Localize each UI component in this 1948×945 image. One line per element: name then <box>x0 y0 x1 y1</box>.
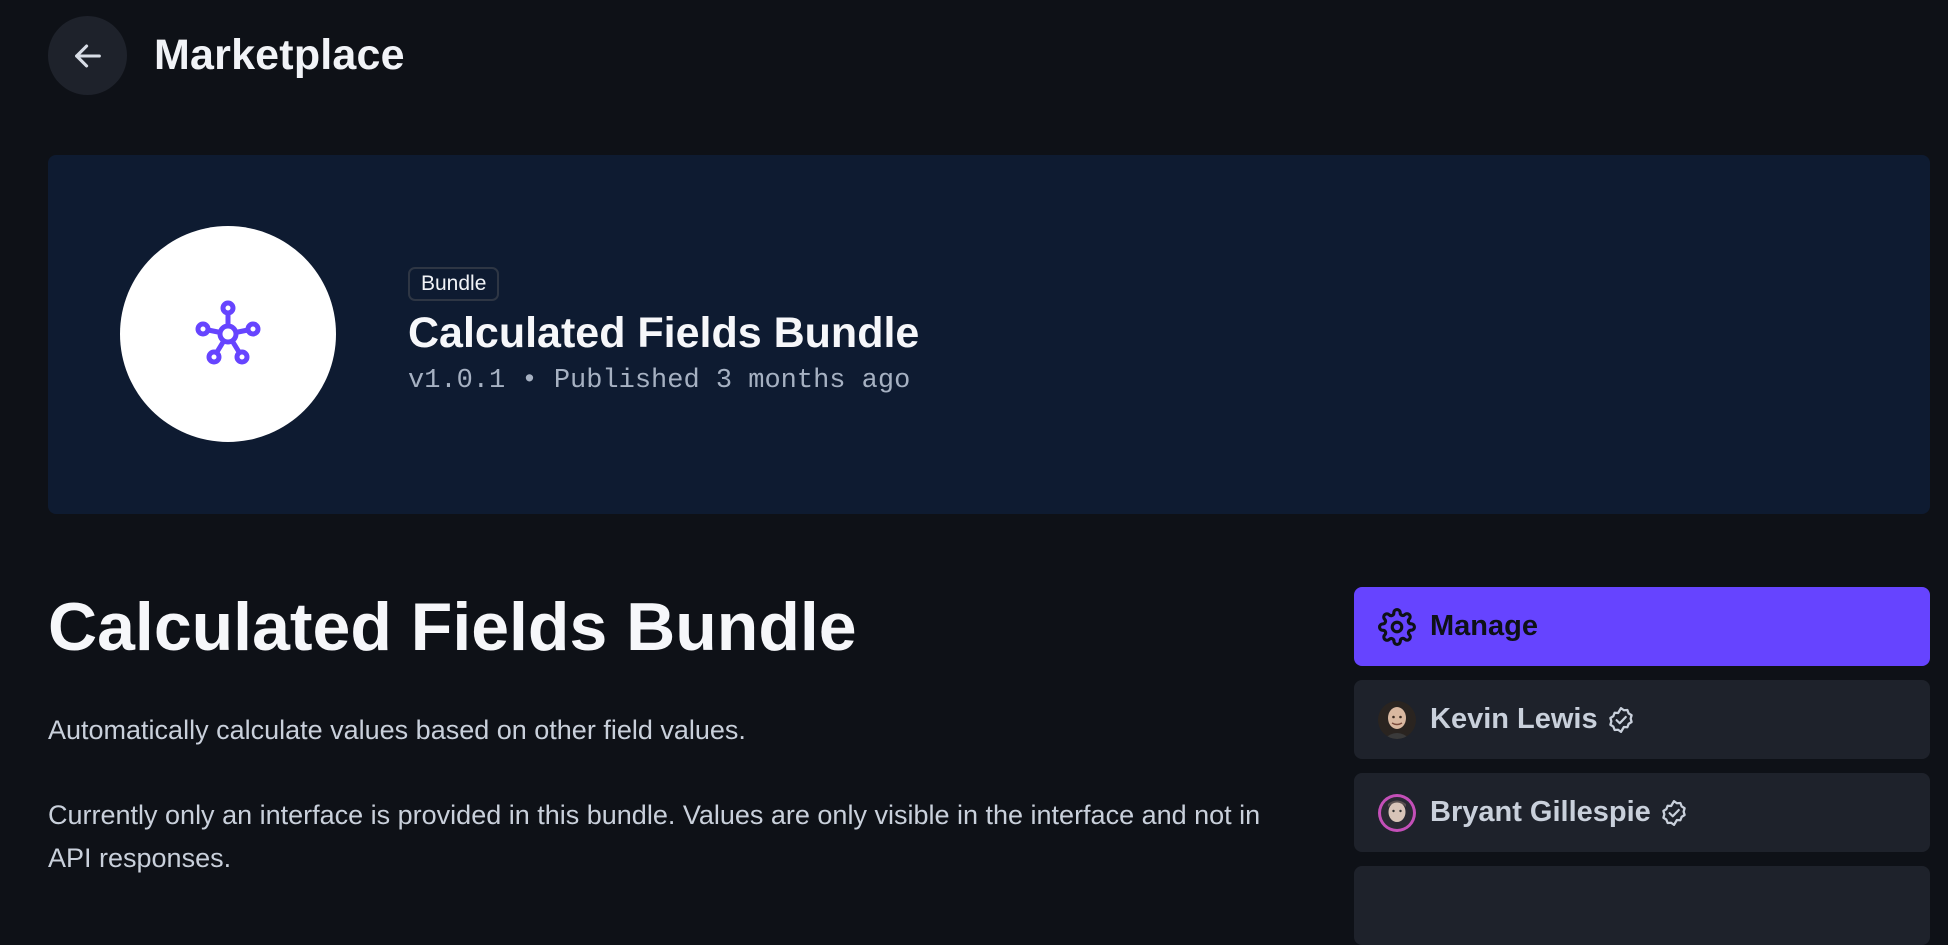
arrow-left-icon <box>74 44 101 67</box>
manage-button[interactable]: Manage <box>1354 587 1930 666</box>
avatar <box>1378 793 1416 832</box>
page-title: Marketplace <box>154 31 405 79</box>
page-header: Marketplace <box>48 16 405 95</box>
author-item[interactable] <box>1354 866 1930 945</box>
type-badge: Bundle <box>408 267 500 301</box>
banner-info: Bundle Calculated Fields Bundle v1.0.1 •… <box>408 267 919 396</box>
author-item[interactable]: Kevin Lewis <box>1354 680 1930 759</box>
author-name: Bryant Gillespie <box>1430 796 1651 828</box>
avatar <box>1378 700 1416 739</box>
extension-banner: Bundle Calculated Fields Bundle v1.0.1 •… <box>48 155 1930 514</box>
extension-title: Calculated Fields Bundle <box>48 589 857 665</box>
gear-icon <box>1378 607 1416 646</box>
verified-badge-icon <box>1659 798 1689 828</box>
banner-title: Calculated Fields Bundle <box>408 309 920 357</box>
hub-nodes-icon <box>195 300 261 365</box>
extension-logo <box>120 226 336 442</box>
description-paragraph: Automatically calculate values based on … <box>48 715 746 745</box>
manage-label: Manage <box>1430 610 1538 642</box>
version-meta: v1.0.1 • Published 3 months ago <box>408 366 911 396</box>
sidebar: Manage Kevin Lewis Bryant Gillespie <box>1354 587 1930 945</box>
verified-badge-icon <box>1606 705 1636 735</box>
author-name: Kevin Lewis <box>1430 703 1598 735</box>
description-paragraph: Currently only an interface is provided … <box>48 800 1261 873</box>
back-button[interactable] <box>48 16 127 95</box>
author-item[interactable]: Bryant Gillespie <box>1354 773 1930 852</box>
